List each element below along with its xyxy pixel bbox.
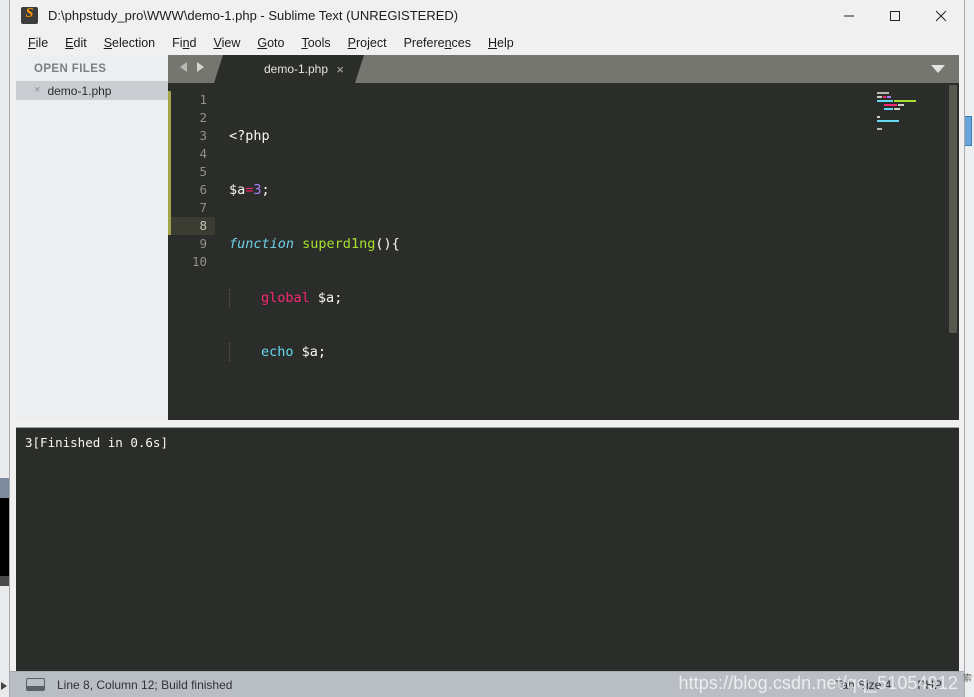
sublime-text-window: D:\phpstudy_pro\WWW\demo-1.php - Sublime… xyxy=(9,0,965,697)
nav-forward-arrow-icon[interactable] xyxy=(194,60,205,78)
window-title: D:\phpstudy_pro\WWW\demo-1.php - Sublime… xyxy=(48,8,459,23)
background-scrollbar-thumb[interactable] xyxy=(0,478,9,500)
line-number-gutter: 1 2 3 4 5 6 7 8 9 10 xyxy=(171,83,215,420)
line-number: 1 xyxy=(199,92,207,107)
minimap[interactable] xyxy=(869,83,947,420)
menu-item-tools[interactable]: Tools xyxy=(293,33,339,53)
title-bar: D:\phpstudy_pro\WWW\demo-1.php - Sublime… xyxy=(10,0,964,31)
build-output-text: 3[Finished in 0.6s] xyxy=(25,435,168,450)
nav-back-arrow-icon[interactable] xyxy=(179,60,190,78)
line-number-active: 8 xyxy=(171,217,215,235)
code-editor[interactable]: 1 2 3 4 5 6 7 8 9 10 <?php $a=3; functio… xyxy=(168,83,959,420)
background-expand-arrow-icon[interactable] xyxy=(1,682,7,690)
menu-item-goto[interactable]: Goto xyxy=(249,33,293,53)
desktop-background: D:\phpstudy_pro\WWW\demo-1.php - Sublime… xyxy=(0,0,974,697)
line-number: 3 xyxy=(199,128,207,143)
window-controls xyxy=(826,0,964,31)
sidebar-section-open-files: OPEN FILES xyxy=(34,63,107,75)
menu-item-view[interactable]: View xyxy=(205,33,249,53)
status-right-group: Tab Size 4 PHP xyxy=(835,678,964,692)
build-output-panel[interactable]: 3[Finished in 0.6s] xyxy=(16,427,959,671)
tab-menu-button[interactable] xyxy=(930,55,959,83)
editor-scrollbar-thumb[interactable] xyxy=(949,85,957,333)
tab-close-icon[interactable]: × xyxy=(336,63,344,76)
menu-item-file[interactable]: FFileile xyxy=(20,33,57,53)
menu-item-help[interactable]: Help xyxy=(480,33,523,53)
line-number: 5 xyxy=(199,164,207,179)
tab-navigation xyxy=(168,55,214,83)
tab-strip: demo-1.php × xyxy=(214,55,364,83)
status-message: Line 8, Column 12; Build finished xyxy=(57,677,233,692)
close-button[interactable] xyxy=(918,0,964,31)
menu-item-project[interactable]: Project xyxy=(340,33,396,53)
line-number: 4 xyxy=(199,146,207,161)
line-number: 9 xyxy=(199,236,207,251)
menu-item-preferences[interactable]: Preferences xyxy=(396,33,480,53)
code-line-1: <?php xyxy=(229,128,270,144)
code-line-5: echo $a; xyxy=(229,343,869,361)
line-number: 2 xyxy=(199,110,207,125)
maximize-button[interactable] xyxy=(872,0,918,31)
tab-demo-1-php[interactable]: demo-1.php × xyxy=(214,55,364,83)
work-area: OPEN FILES × demo-1.php demo-1.php × 1 2… xyxy=(10,55,964,420)
background-window-dark-area xyxy=(0,498,9,576)
menu-item-find[interactable]: Find xyxy=(164,33,205,53)
tab-label: demo-1.php xyxy=(263,62,329,76)
tab-bar: demo-1.php × xyxy=(168,55,959,83)
status-tab-size[interactable]: Tab Size 4 xyxy=(835,678,891,692)
chevron-down-icon xyxy=(931,65,945,73)
sidebar-item-label: demo-1.php xyxy=(47,83,112,98)
modification-indicator-strip xyxy=(168,83,171,420)
watermark-side-text: 索 xyxy=(963,673,973,683)
sidebar-item-demo-1-php[interactable]: × demo-1.php xyxy=(16,81,168,100)
line-number: 7 xyxy=(199,200,207,215)
sidebar: OPEN FILES × demo-1.php xyxy=(16,55,168,420)
close-icon[interactable]: × xyxy=(34,85,40,96)
code-line-4: global $a; xyxy=(229,289,869,307)
code-line-3: function superd1ng(){ xyxy=(229,236,400,252)
line-number: 10 xyxy=(191,254,207,269)
editor-region: demo-1.php × 1 2 3 4 5 6 7 8 9 10 <?php … xyxy=(168,55,959,420)
menu-item-selection[interactable]: Selection xyxy=(96,33,164,53)
code-content[interactable]: <?php $a=3; function superd1ng(){ global… xyxy=(215,83,869,420)
line-number: 6 xyxy=(199,182,207,197)
background-scrollbar-thumb-secondary[interactable] xyxy=(0,576,9,586)
minimize-button[interactable] xyxy=(826,0,872,31)
code-line-2: $a=3; xyxy=(229,182,270,198)
menu-bar: FFileile Edit Selection Find View Goto T… xyxy=(10,31,964,55)
console-toggle-icon[interactable] xyxy=(26,678,45,691)
menu-item-edit[interactable]: Edit xyxy=(57,33,96,53)
sublime-logo-icon xyxy=(21,6,38,24)
editor-scrollbar[interactable] xyxy=(947,83,959,420)
status-syntax[interactable]: PHP xyxy=(917,678,942,692)
status-bar: Line 8, Column 12; Build finished Tab Si… xyxy=(10,671,964,697)
